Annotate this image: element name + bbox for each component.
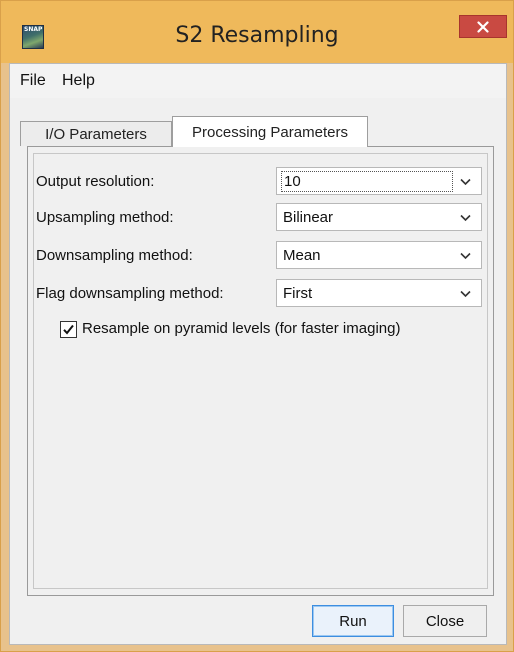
downsampling-method-select[interactable]: Mean xyxy=(276,241,482,269)
upsampling-method-select[interactable]: Bilinear xyxy=(276,203,482,231)
flag-downsampling-method-select[interactable]: First xyxy=(276,279,482,307)
menu-file[interactable]: File xyxy=(20,72,46,90)
close-button[interactable]: Close xyxy=(403,605,487,637)
pyramid-levels-checkbox[interactable] xyxy=(60,321,77,338)
output-resolution-value: 10 xyxy=(281,171,453,192)
pyramid-levels-label: Resample on pyramid levels (for faster i… xyxy=(82,320,401,337)
flag-downsampling-method-value: First xyxy=(283,285,313,302)
dialog-window: SNAP S2 Resampling File Help I/O Paramet… xyxy=(0,0,514,652)
upsampling-method-value: Bilinear xyxy=(283,209,334,226)
menu-bar: File Help xyxy=(10,64,506,98)
chevron-down-icon xyxy=(460,214,471,222)
title-bar[interactable]: SNAP S2 Resampling xyxy=(1,1,513,63)
upsampling-method-label: Upsampling method: xyxy=(36,209,174,226)
output-resolution-label: Output resolution: xyxy=(36,173,155,190)
downsampling-method-label: Downsampling method: xyxy=(36,247,193,264)
run-button[interactable]: Run xyxy=(312,605,394,637)
dialog-client-area: File Help I/O Parameters Processing Para… xyxy=(9,63,507,645)
tab-io-parameters[interactable]: I/O Parameters xyxy=(20,121,172,146)
output-resolution-select[interactable]: 10 xyxy=(276,167,482,195)
tab-processing-parameters[interactable]: Processing Parameters xyxy=(172,116,368,147)
close-icon xyxy=(477,20,489,33)
window-title: S2 Resampling xyxy=(175,23,339,48)
downsampling-method-value: Mean xyxy=(283,247,321,264)
chevron-down-icon xyxy=(460,178,471,186)
checkmark-icon xyxy=(63,324,74,335)
menu-help[interactable]: Help xyxy=(62,72,95,90)
chevron-down-icon xyxy=(460,290,471,298)
window-close-button[interactable] xyxy=(459,15,507,38)
chevron-down-icon xyxy=(460,252,471,260)
flag-downsampling-method-label: Flag downsampling method: xyxy=(36,285,224,302)
